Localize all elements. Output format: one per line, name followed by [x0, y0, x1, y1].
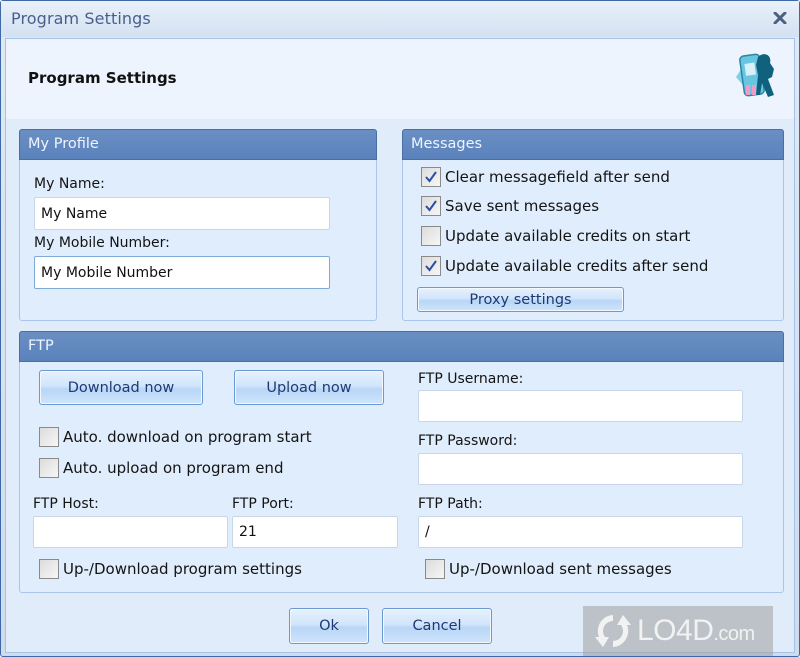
phone-person-icon: [736, 53, 774, 97]
ftp-port-input[interactable]: [232, 516, 398, 548]
checkbox-box[interactable]: [421, 256, 441, 276]
ok-button[interactable]: Ok: [289, 608, 369, 644]
my-name-label: My Name:: [34, 176, 105, 192]
my-name-input[interactable]: [34, 197, 330, 230]
checkmark-icon: [425, 260, 437, 272]
auto-download-checkbox[interactable]: Auto. download on program start: [39, 427, 312, 447]
ftp-password-input[interactable]: [418, 453, 743, 485]
checkbox-box[interactable]: [39, 559, 59, 579]
check-label: Auto. download on program start: [63, 428, 312, 446]
ftp-path-label: FTP Path:: [418, 496, 483, 512]
clear-messagefield-checkbox[interactable]: Clear messagefield after send: [421, 167, 670, 187]
check-label: Update available credits on start: [445, 227, 691, 245]
ftp-username-input[interactable]: [418, 390, 743, 422]
my-profile-header: My Profile: [19, 129, 377, 160]
update-credits-after-send-checkbox[interactable]: Update available credits after send: [421, 256, 708, 276]
checkbox-box[interactable]: [421, 226, 441, 246]
check-label: Update available credits after send: [445, 257, 709, 275]
checkbox-box[interactable]: [39, 427, 59, 447]
auto-upload-checkbox[interactable]: Auto. upload on program end: [39, 458, 283, 478]
checkbox-box[interactable]: [421, 167, 441, 187]
checkmark-icon: [425, 200, 437, 212]
watermark: LO4D.com: [583, 606, 773, 656]
ftp-host-label: FTP Host:: [33, 496, 99, 512]
cancel-button[interactable]: Cancel: [382, 608, 492, 644]
ftp-header: FTP: [19, 331, 784, 362]
watermark-text: LO4D.com: [637, 614, 755, 647]
upload-now-button[interactable]: Upload now: [234, 370, 384, 405]
my-mobile-label: My Mobile Number:: [34, 235, 170, 251]
checkmark-icon: [425, 171, 437, 183]
dialog-body: Program Settings My Profile My Name: My …: [5, 38, 795, 653]
sync-sent-messages-checkbox[interactable]: Up-/Download sent messages: [425, 559, 672, 579]
title-bar: Program Settings: [1, 1, 799, 37]
ftp-password-label: FTP Password:: [418, 433, 518, 449]
proxy-settings-button[interactable]: Proxy settings: [417, 287, 624, 312]
check-label: Up-/Download program settings: [63, 560, 302, 578]
save-sent-messages-checkbox[interactable]: Save sent messages: [421, 196, 599, 216]
ftp-username-label: FTP Username:: [418, 371, 524, 387]
refresh-logo-icon: [595, 615, 631, 647]
close-button[interactable]: [769, 7, 791, 29]
close-icon: [773, 12, 787, 24]
check-label: Save sent messages: [445, 197, 600, 215]
settings-window: Program Settings Program Settings My Pro…: [0, 0, 800, 657]
my-profile-group: My Profile My Name: My Mobile Number:: [19, 129, 377, 321]
ftp-path-input[interactable]: [418, 516, 743, 548]
window-title: Program Settings: [11, 9, 151, 28]
checkbox-box[interactable]: [39, 458, 59, 478]
check-label: Up-/Download sent messages: [449, 560, 672, 578]
checkbox-box[interactable]: [425, 559, 445, 579]
checkbox-box[interactable]: [421, 196, 441, 216]
my-mobile-input[interactable]: [34, 256, 330, 289]
download-now-button[interactable]: Download now: [39, 370, 203, 405]
sync-program-settings-checkbox[interactable]: Up-/Download program settings: [39, 559, 302, 579]
messages-group: Messages Clear messagefield after send S…: [402, 129, 784, 321]
update-credits-on-start-checkbox[interactable]: Update available credits on start: [421, 226, 690, 246]
ftp-port-label: FTP Port:: [232, 496, 294, 512]
dialog-header: Program Settings: [6, 39, 794, 119]
ftp-host-input[interactable]: [33, 516, 228, 548]
dialog-heading: Program Settings: [28, 69, 177, 87]
check-label: Clear messagefield after send: [445, 168, 670, 186]
check-label: Auto. upload on program end: [63, 459, 284, 477]
messages-header: Messages: [402, 129, 784, 160]
ftp-group: FTP Download now Upload now Auto. downlo…: [19, 331, 784, 593]
